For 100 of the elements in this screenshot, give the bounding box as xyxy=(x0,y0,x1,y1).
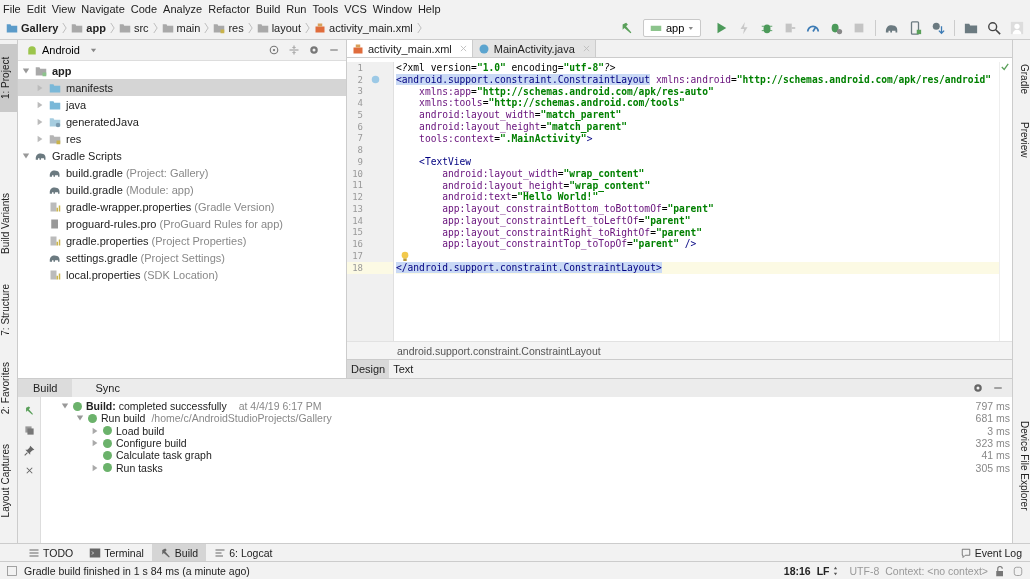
tool-window-tab[interactable]: Layout Captures xyxy=(0,437,17,524)
tree-item[interactable]: build.gradle (Project: Gallery) xyxy=(18,164,346,181)
tree-item[interactable]: manifests xyxy=(18,79,346,96)
settings-icon[interactable] xyxy=(972,382,984,394)
menu-item[interactable]: Code xyxy=(130,2,158,15)
breadcrumb[interactable]: res xyxy=(213,22,244,34)
tool-window-tab[interactable]: Gradle xyxy=(1013,60,1030,98)
tool-window-tab[interactable]: 7: Structure xyxy=(0,277,17,342)
line-number: 12 xyxy=(351,192,363,203)
caret-position[interactable]: 18:16 xyxy=(783,564,811,577)
square-icon[interactable] xyxy=(6,564,18,577)
line-separator[interactable]: LF xyxy=(816,564,830,577)
folder-icon[interactable] xyxy=(964,21,978,35)
mode-tab[interactable]: Design xyxy=(347,360,390,378)
tree-item[interactable]: java xyxy=(18,96,346,113)
panel-tab[interactable]: Sync xyxy=(80,379,135,397)
tree-item[interactable]: local.properties (SDK Location) xyxy=(18,266,346,283)
folder-icon xyxy=(49,81,61,94)
collapse-arrow-icon[interactable] xyxy=(22,66,30,75)
tree-item[interactable]: res xyxy=(18,130,346,147)
line-number: 9 xyxy=(356,156,363,167)
expand-arrow-icon[interactable] xyxy=(36,134,44,143)
tool-window-tab[interactable]: Build Variants xyxy=(0,187,17,260)
menu-item[interactable]: Analyze xyxy=(163,2,203,15)
target-icon[interactable] xyxy=(268,44,280,56)
unlock-icon[interactable] xyxy=(994,564,1006,577)
line-number: 5 xyxy=(356,109,363,120)
hammer-icon[interactable] xyxy=(620,21,634,35)
folder-icon xyxy=(213,22,226,34)
event-log-button[interactable]: Event Log xyxy=(951,544,1030,561)
class-icon[interactable] xyxy=(371,75,380,85)
tool-window-tab[interactable]: Preview xyxy=(1013,118,1030,162)
tool-window-button[interactable]: Build xyxy=(151,544,207,561)
menu-item[interactable]: Build xyxy=(255,2,281,15)
chevron-icon xyxy=(416,21,422,35)
tree-item[interactable]: gradle-wrapper.properties (Gradle Version) xyxy=(18,198,346,215)
tree-item[interactable]: proguard-rules.pro (ProGuard Rules for app) xyxy=(18,215,346,232)
tool-window-button[interactable]: 6: Logcat xyxy=(206,544,281,561)
tree-item[interactable]: build.gradle (Module: app) xyxy=(18,181,346,198)
editor-tab[interactable]: activity_main.xml xyxy=(347,40,473,57)
pin-icon[interactable] xyxy=(23,445,35,456)
hammer-icon[interactable] xyxy=(23,405,35,416)
breadcrumb[interactable]: app xyxy=(71,22,106,34)
restore-icon[interactable] xyxy=(23,425,35,436)
menu-item[interactable]: View xyxy=(51,2,76,15)
tool-window-tab[interactable]: 1: Project xyxy=(0,44,17,112)
tool-window-button[interactable]: Terminal xyxy=(81,544,152,561)
tree-item[interactable]: Gradle Scripts xyxy=(18,147,346,164)
tree-item[interactable]: app xyxy=(18,62,346,79)
menu-item[interactable]: File xyxy=(3,2,21,15)
breadcrumb[interactable]: layout xyxy=(256,22,302,34)
build-tree-item[interactable]: Configure build 323 ms xyxy=(41,436,1010,450)
download-icon[interactable] xyxy=(931,21,945,35)
tree-item[interactable]: generatedJava xyxy=(18,113,346,130)
menu-item[interactable]: Help xyxy=(417,2,441,15)
collapse-icon[interactable] xyxy=(288,44,300,56)
phone-icon[interactable] xyxy=(908,21,922,35)
view-dropdown[interactable]: Android xyxy=(24,44,99,56)
tree-item[interactable]: settings.gradle (Project Settings) xyxy=(18,249,346,266)
panel-tab[interactable]: Build xyxy=(18,379,73,397)
caret-icon xyxy=(688,24,694,32)
close-icon[interactable] xyxy=(459,45,467,52)
menu-item[interactable]: Window xyxy=(372,2,412,15)
stop-icon[interactable] xyxy=(852,21,866,35)
updown-arrow-icon xyxy=(832,565,838,576)
tool-window-tab[interactable]: Device File Explorer xyxy=(1013,416,1030,515)
breadcrumb[interactable]: Gallery xyxy=(6,22,59,34)
collapse-arrow-icon[interactable] xyxy=(61,402,69,411)
build-tree-item[interactable]: Calculate task graph 41 ms xyxy=(41,449,1010,462)
expand-arrow-icon[interactable] xyxy=(36,100,44,109)
tree-item[interactable]: gradle.properties (Project Properties) xyxy=(18,232,346,249)
run-configuration-dropdown[interactable]: app xyxy=(643,19,701,37)
breadcrumb[interactable]: activity_main.xml xyxy=(314,22,413,34)
search-icon[interactable] xyxy=(987,21,1001,35)
lightbulb-icon[interactable] xyxy=(400,250,410,261)
editor-tab[interactable]: MainActivity.java xyxy=(472,40,596,57)
tool-window-button[interactable]: TODO xyxy=(20,544,82,561)
menu-item[interactable]: Run xyxy=(286,2,307,15)
expand-arrow-icon[interactable] xyxy=(91,439,99,448)
menu-item[interactable]: Refactor xyxy=(208,2,250,15)
build-tree-item[interactable]: Load build 3 ms xyxy=(41,424,1010,437)
menu-item[interactable]: Navigate xyxy=(81,2,125,15)
line-number: 18 xyxy=(351,262,363,273)
breadcrumb[interactable]: src xyxy=(118,22,149,34)
expand-arrow-icon[interactable] xyxy=(91,426,99,435)
collapse-arrow-icon[interactable] xyxy=(22,151,30,160)
expand-arrow-icon[interactable] xyxy=(36,117,44,126)
breadcrumb[interactable]: main xyxy=(161,22,201,34)
build-tree-item[interactable]: Run build /home/c/AndroidStudioProjects/Gallery 681 ms xyxy=(41,412,1010,425)
tool-window-tab[interactable]: 2: Favorites xyxy=(0,355,17,420)
settings-icon[interactable] xyxy=(308,44,320,56)
menu-item[interactable]: VCS xyxy=(344,2,367,15)
properties-file-icon xyxy=(49,234,61,247)
expand-arrow-icon[interactable] xyxy=(91,463,99,472)
menu-item[interactable]: Tools xyxy=(312,2,339,15)
collapse-arrow-icon[interactable] xyxy=(76,414,84,423)
build-tree-item[interactable]: Build: completed successfully at 4/4/19 6:17 PM 797 ms xyxy=(41,400,1010,413)
folder-icon xyxy=(6,22,18,34)
build-tree-item[interactable]: Run tasks 305 ms xyxy=(41,461,1010,474)
menu-item[interactable]: Edit xyxy=(26,2,46,15)
